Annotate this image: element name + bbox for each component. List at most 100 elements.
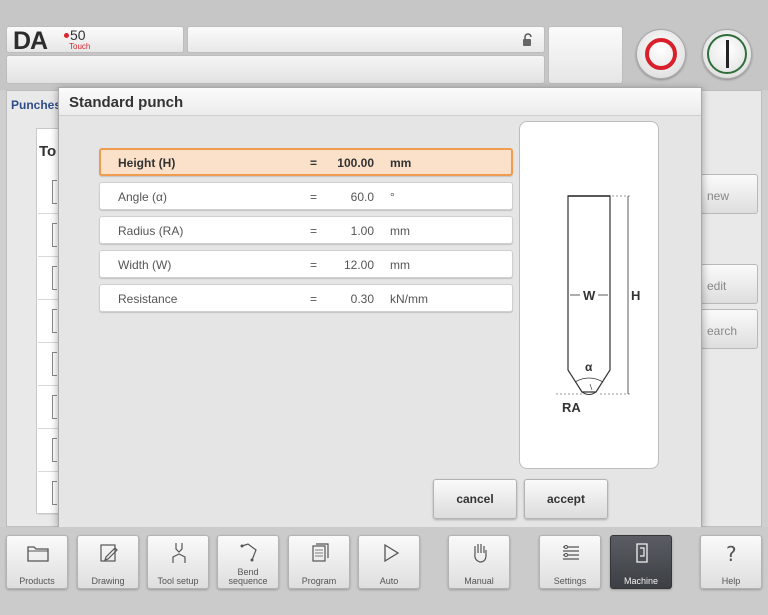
param-unit: mm	[390, 156, 412, 170]
nav-machine[interactable]: Machine	[610, 535, 672, 589]
status-bar	[6, 55, 545, 84]
punch-thumb-icon	[52, 266, 57, 290]
start-icon	[726, 40, 729, 68]
height-label: H	[631, 288, 640, 303]
nav-label: Bend sequence	[228, 567, 268, 586]
nav-bend-sequence[interactable]: Bend sequence	[217, 535, 279, 589]
nav-products[interactable]: Products	[6, 535, 68, 589]
tab-punches[interactable]: Punches	[6, 94, 66, 120]
param-row-resistance[interactable]: Resistance = 0.30 kN/mm	[99, 284, 513, 312]
punch-diagram: W H α RA	[556, 195, 640, 415]
dialog-body: Height (H) = 100.00 mm Angle (α) = 60.0 …	[59, 117, 701, 527]
punch-preview: W H α RA	[519, 121, 659, 469]
param-label: Angle (α)	[118, 190, 167, 204]
nav-settings[interactable]: Settings	[539, 535, 601, 589]
punch-thumb-icon	[52, 223, 57, 247]
brand-logo: DA 50 Touch	[6, 26, 184, 55]
table-row[interactable]	[38, 172, 58, 214]
param-value: 1.00	[350, 224, 374, 238]
svg-text:?: ?	[726, 542, 737, 566]
brand-sub: Touch	[69, 42, 91, 51]
start-button[interactable]	[702, 29, 752, 79]
param-equals: =	[310, 258, 318, 272]
punch-thumb-icon	[52, 180, 57, 204]
table-row[interactable]	[38, 473, 58, 515]
punch-thumb-icon	[52, 481, 57, 505]
table-row[interactable]	[38, 387, 58, 429]
punch-thumb-icon	[52, 438, 57, 462]
param-unit: mm	[390, 224, 410, 238]
radius-label: RA	[562, 400, 581, 415]
nav-label: Drawing	[91, 576, 125, 586]
nav-label: Help	[721, 576, 741, 586]
param-equals: =	[310, 224, 318, 238]
nav-label: Products	[19, 576, 55, 586]
nav-label: Manual	[464, 576, 494, 586]
punch-table-header: To	[39, 143, 57, 160]
play-icon	[384, 543, 400, 563]
nav-label: Program	[301, 576, 337, 586]
punch-thumb-icon	[52, 352, 57, 376]
param-row-height[interactable]: Height (H) = 100.00 mm	[99, 148, 513, 176]
param-unit: °	[390, 190, 395, 204]
nav-tool-setup[interactable]: Tool setup	[147, 535, 209, 589]
question-icon: ?	[726, 542, 737, 566]
bend-sequence-icon	[240, 543, 257, 562]
bottom-nav: Products Drawing Tool setup Bend sequenc…	[0, 527, 768, 615]
hand-icon	[474, 544, 487, 563]
brand-name: DA	[13, 27, 48, 55]
param-label: Height (H)	[118, 156, 176, 170]
punch-thumb-icon	[52, 395, 57, 419]
param-value: 60.0	[350, 190, 374, 204]
stop-button[interactable]	[636, 29, 686, 79]
nav-help[interactable]: ? Help	[700, 535, 762, 589]
brand-dot	[64, 33, 69, 38]
param-label: Resistance	[118, 292, 178, 306]
table-row[interactable]	[38, 430, 58, 472]
param-label: Radius (RA)	[118, 224, 184, 238]
nav-auto[interactable]: Auto	[358, 535, 420, 589]
param-unit: kN/mm	[390, 292, 428, 306]
nav-manual[interactable]: Manual	[448, 535, 510, 589]
param-value: 100.00	[337, 156, 374, 170]
punch-thumb-icon	[52, 309, 57, 333]
nav-program[interactable]: Program	[288, 535, 350, 589]
pencil-icon	[100, 544, 118, 562]
folder-icon	[27, 546, 49, 562]
program-pages-icon	[312, 543, 329, 562]
width-label: W	[583, 288, 596, 303]
machine-icon	[636, 543, 648, 563]
param-equals: =	[310, 156, 318, 170]
tool-setup-icon	[172, 543, 186, 563]
nav-label: Auto	[379, 576, 399, 586]
edit-button[interactable]: edit	[700, 264, 758, 304]
top-bar: DA 50 Touch	[0, 0, 768, 90]
param-row-angle[interactable]: Angle (α) = 60.0 °	[99, 182, 513, 210]
table-row[interactable]	[38, 301, 58, 343]
stop-icon	[645, 38, 677, 70]
dialog-title: Standard punch	[69, 94, 184, 111]
cancel-button[interactable]: cancel	[433, 479, 517, 519]
nav-label: Machine	[623, 576, 659, 586]
table-row[interactable]	[38, 344, 58, 386]
nav-label: Tool setup	[157, 576, 199, 586]
nav-label: Settings	[553, 576, 587, 586]
info-panel	[548, 26, 623, 84]
nav-drawing[interactable]: Drawing	[77, 535, 139, 589]
param-row-radius[interactable]: Radius (RA) = 1.00 mm	[99, 216, 513, 244]
brand-model: 50	[70, 27, 86, 43]
search-button[interactable]: earch	[700, 309, 758, 349]
param-value: 12.00	[343, 258, 374, 272]
dialog-header: Standard punch	[59, 88, 701, 116]
accept-button[interactable]: accept	[524, 479, 608, 519]
unlock-icon[interactable]	[522, 33, 534, 47]
param-label: Width (W)	[118, 258, 172, 272]
title-field	[187, 26, 545, 53]
table-row[interactable]	[38, 215, 58, 257]
param-equals: =	[310, 190, 318, 204]
table-row[interactable]	[38, 258, 58, 300]
param-row-width[interactable]: Width (W) = 12.00 mm	[99, 250, 513, 278]
param-unit: mm	[390, 258, 410, 272]
new-button[interactable]: new	[700, 174, 758, 214]
param-value: 0.30	[350, 292, 374, 306]
